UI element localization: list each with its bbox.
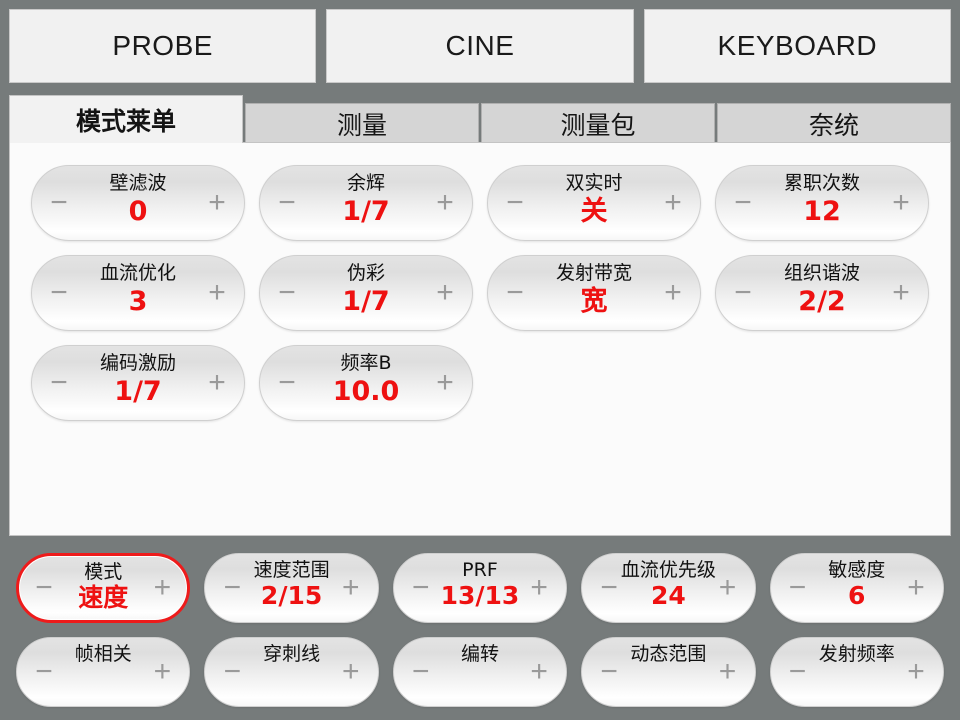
- control-flow-priority[interactable]: − 血流优先级 24 +: [581, 553, 756, 623]
- top-button-probe[interactable]: PROBE: [9, 9, 317, 83]
- parameter-cell: − 伪彩 1/7 +: [252, 255, 480, 345]
- parameter-cell: − 累职次数 12 +: [708, 165, 936, 255]
- increment-icon[interactable]: +: [204, 188, 230, 218]
- parameter-grid: − 壁滤波 0 + − 余辉 1/7 + − 双实时 关 + − 累职次数 12…: [10, 143, 950, 435]
- increment-icon[interactable]: +: [660, 278, 686, 308]
- increment-icon[interactable]: +: [660, 188, 686, 218]
- parameter-cell: − 余辉 1/7 +: [252, 165, 480, 255]
- parameter-cell: − 组织谐波 2/2 +: [708, 255, 936, 345]
- bottom-cell: − 动态范围 +: [574, 636, 762, 720]
- control-persistence[interactable]: − 余辉 1/7 +: [259, 165, 473, 241]
- parameter-cell: − 频率B 10.0 +: [252, 345, 480, 435]
- increment-icon[interactable]: +: [432, 188, 458, 218]
- increment-icon[interactable]: +: [204, 368, 230, 398]
- bottom-cell: − 发射频率 +: [763, 636, 951, 720]
- top-button-keyboard[interactable]: KEYBOARD: [643, 9, 951, 83]
- control-coded-excitation[interactable]: − 编码激励 1/7 +: [31, 345, 245, 421]
- control-accumulation-count[interactable]: − 累职次数 12 +: [715, 165, 929, 241]
- control-flow-optimization[interactable]: − 血流优化 3 +: [31, 255, 245, 331]
- increment-icon[interactable]: +: [526, 656, 552, 686]
- increment-icon[interactable]: +: [888, 278, 914, 308]
- control-mode[interactable]: − 模式 速度 +: [16, 553, 191, 623]
- parameter-cell: − 发射带宽 宽 +: [480, 255, 708, 345]
- increment-icon[interactable]: +: [526, 573, 552, 603]
- parameter-cell: − 编码激励 1/7 +: [24, 345, 252, 435]
- increment-icon[interactable]: +: [888, 188, 914, 218]
- control-transmit-frequency[interactable]: − 发射频率 +: [769, 636, 944, 707]
- tab-system[interactable]: 奈统: [717, 103, 951, 143]
- increment-icon[interactable]: +: [432, 278, 458, 308]
- tab-measure[interactable]: 测量: [245, 103, 479, 143]
- control-frame-correlation[interactable]: − 帧相关 +: [16, 636, 191, 707]
- bottom-cell: − 模式 速度 +: [9, 553, 197, 637]
- control-transmit-bandwidth[interactable]: − 发射带宽 宽 +: [487, 255, 701, 331]
- bottom-cell: − 编转 +: [386, 636, 574, 720]
- control-prf[interactable]: − PRF 13/13 +: [392, 553, 568, 623]
- control-dynamic-range[interactable]: − 动态范围 +: [581, 636, 756, 707]
- control-puncture-line[interactable]: − 穿刺线 +: [204, 636, 379, 707]
- bottom-cell: − 帧相关 +: [9, 636, 197, 720]
- parameter-cell: − 壁滤波 0 +: [24, 165, 252, 255]
- parameter-cell: − 双实时 关 +: [480, 165, 708, 255]
- bottom-control-bar: − 模式 速度 + − 速度范围 2/15 + − PRF 13/13 + − …: [0, 545, 960, 720]
- increment-icon[interactable]: +: [432, 368, 458, 398]
- top-function-bar: PROBE CINE KEYBOARD: [0, 0, 960, 92]
- increment-icon[interactable]: +: [149, 573, 175, 603]
- control-velocity-range[interactable]: − 速度范围 2/15 +: [204, 553, 379, 623]
- control-pseudo-color[interactable]: − 伪彩 1/7 +: [259, 255, 473, 331]
- control-steer[interactable]: − 编转 +: [392, 636, 568, 707]
- control-dual-realtime[interactable]: − 双实时 关 +: [487, 165, 701, 241]
- bottom-cell: − 穿刺线 +: [197, 636, 385, 720]
- increment-icon[interactable]: +: [204, 278, 230, 308]
- increment-icon[interactable]: +: [338, 573, 364, 603]
- tab-strip: 模式莱单 测量 测量包 奈统: [9, 95, 951, 143]
- increment-icon[interactable]: +: [338, 656, 364, 686]
- top-button-cine[interactable]: CINE: [326, 9, 634, 83]
- increment-icon[interactable]: +: [903, 656, 929, 686]
- bottom-cell: − PRF 13/13 +: [386, 553, 574, 637]
- tab-measure-package[interactable]: 测量包: [481, 103, 715, 143]
- bottom-cell: − 速度范围 2/15 +: [197, 553, 385, 637]
- control-frequency-b[interactable]: − 频率B 10.0 +: [259, 345, 473, 421]
- bottom-cell: − 血流优先级 24 +: [574, 553, 762, 637]
- bottom-cell: − 敏感度 6 +: [763, 553, 951, 637]
- control-wall-filter[interactable]: − 壁滤波 0 +: [31, 165, 245, 241]
- tab-mode-menu[interactable]: 模式莱单: [9, 95, 243, 143]
- increment-icon[interactable]: +: [715, 656, 741, 686]
- mode-menu-panel: − 壁滤波 0 + − 余辉 1/7 + − 双实时 关 + − 累职次数 12…: [9, 142, 951, 536]
- increment-icon[interactable]: +: [715, 573, 741, 603]
- control-sensitivity[interactable]: − 敏感度 6 +: [769, 553, 944, 623]
- increment-icon[interactable]: +: [149, 656, 175, 686]
- increment-icon[interactable]: +: [903, 573, 929, 603]
- parameter-cell: − 血流优化 3 +: [24, 255, 252, 345]
- control-tissue-harmonic[interactable]: − 组织谐波 2/2 +: [715, 255, 929, 331]
